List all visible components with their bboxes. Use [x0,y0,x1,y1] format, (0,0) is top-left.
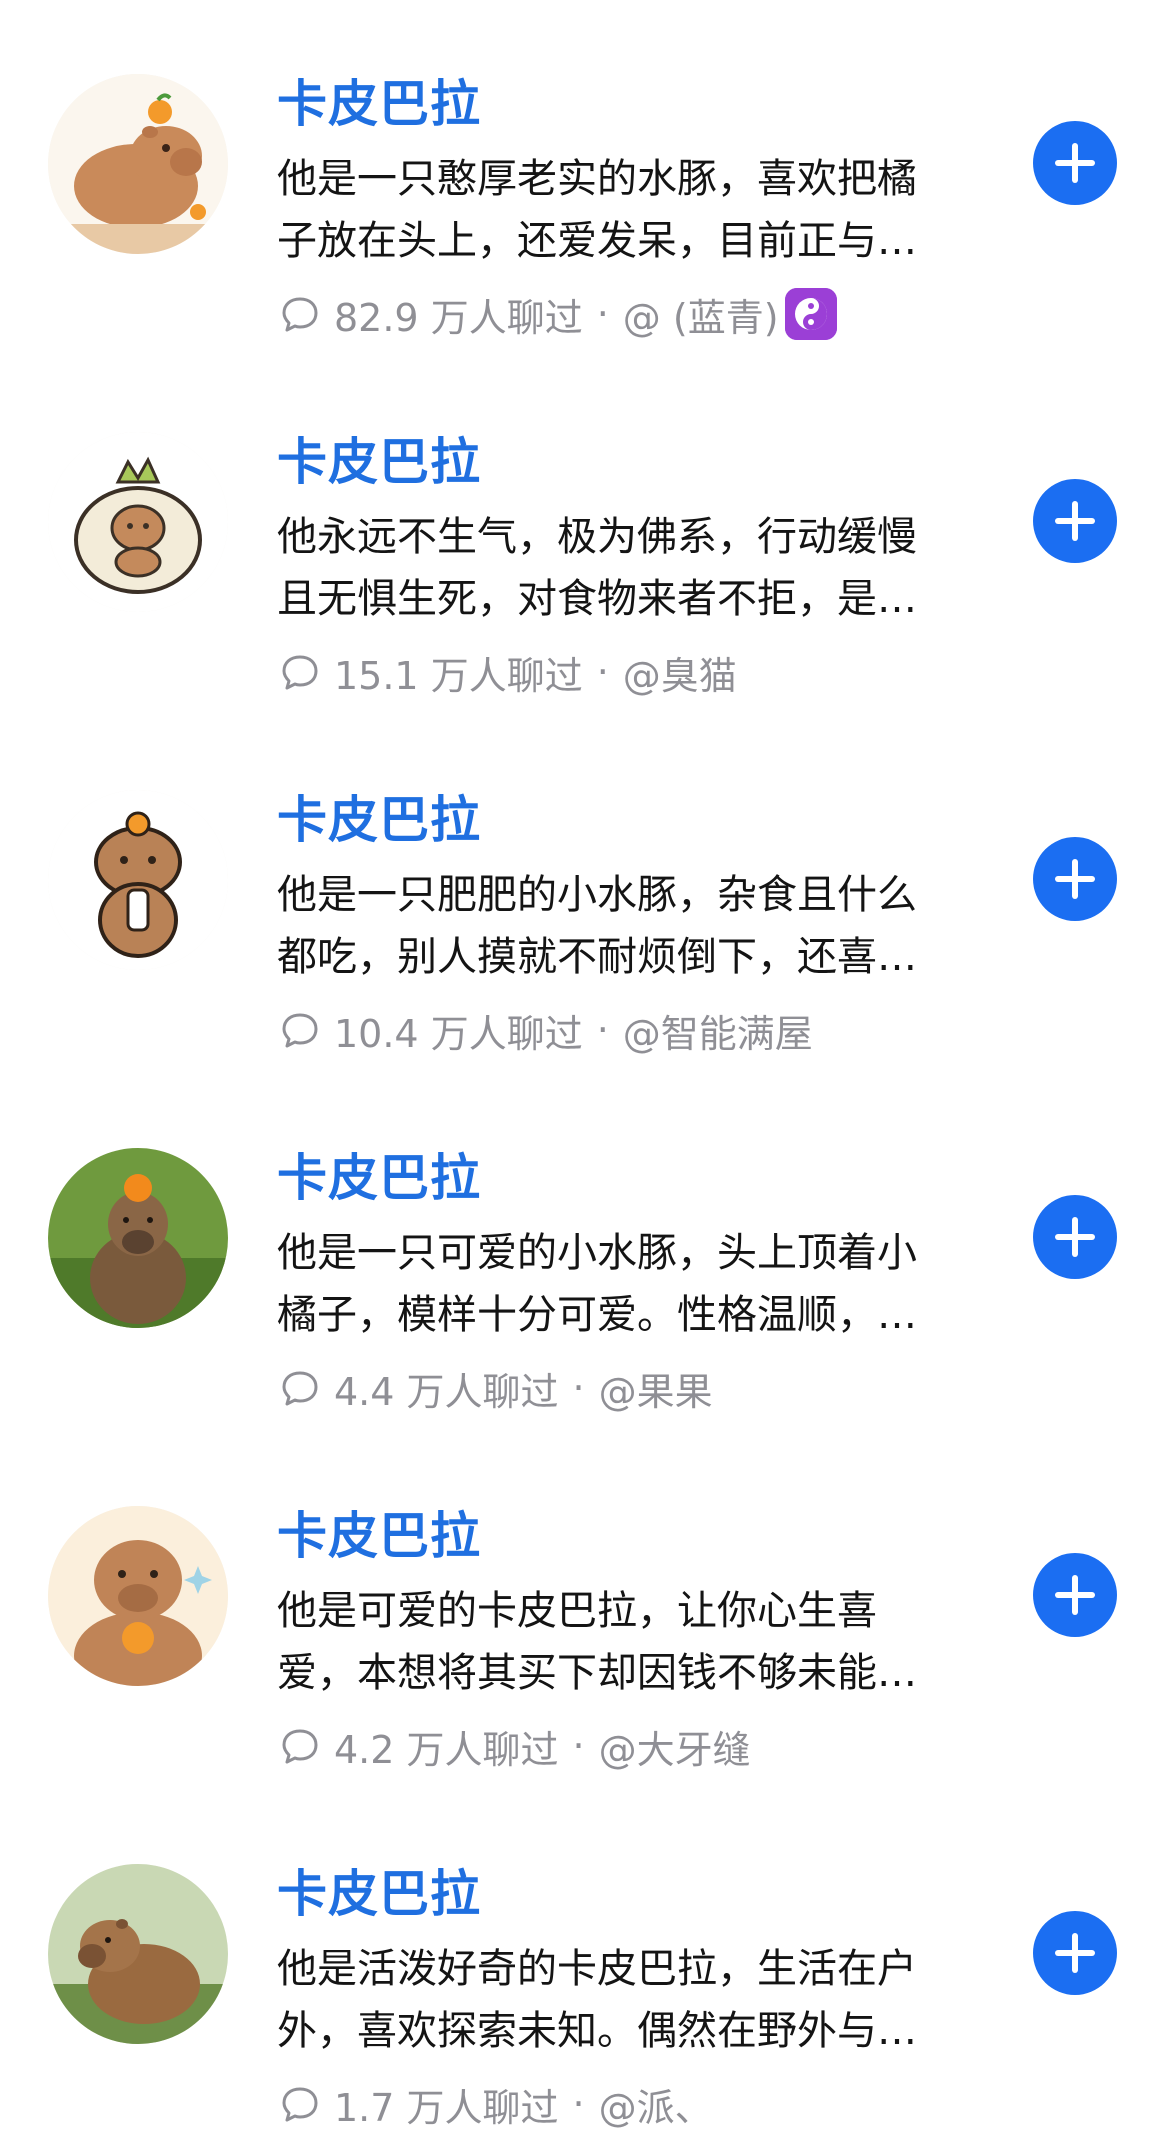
author-name[interactable]: @果果 [599,1361,713,1416]
character-title[interactable]: 卡皮巴拉 [277,72,481,136]
item-meta: 4.2 万人聊过 · @大牙缝 [280,1716,751,1776]
plus-icon [1055,1217,1095,1257]
plus-icon [1055,1575,1095,1615]
character-title[interactable]: 卡皮巴拉 [277,1862,481,1926]
chat-count: 15.1 万人聊过 [334,653,583,698]
avatar[interactable] [48,790,228,970]
chat-bubble-icon [280,294,320,334]
meta-separator: · [572,2082,585,2126]
chat-count: 82.9 万人聊过 [334,295,583,340]
meta-separator: · [572,1724,585,1768]
list-item[interactable]: 卡皮巴拉 他是一只可爱的小水豚，头上顶着小橘子，模样十分可爱。性格温顺，… 4.… [0,1074,1170,1432]
list-item[interactable]: 卡皮巴拉 他是可爱的卡皮巴拉，让你心生喜爱，本想将其买下却因钱不够未能… 4.2… [0,1432,1170,1790]
chat-bubble-icon [280,1368,320,1408]
character-description: 他是可爱的卡皮巴拉，让你心生喜爱，本想将其买下却因钱不够未能… [277,1588,917,1696]
list-item[interactable]: 卡皮巴拉 他是一只憨厚老实的水豚，喜欢把橘子放在头上，还爱发呆，目前正与… 82… [0,0,1170,358]
capybara-photo-icon [48,1148,228,1328]
character-description: 他是活泼好奇的卡皮巴拉，生活在户外，喜欢探索未知。偶然在野外与… [277,1946,917,2054]
meta-separator: · [572,1366,585,1410]
chat-count: 10.4 万人聊过 [334,1011,583,1056]
avatar[interactable] [48,1506,228,1686]
character-title[interactable]: 卡皮巴拉 [277,430,481,494]
character-description: 他是一只憨厚老实的水豚，喜欢把橘子放在头上，还爱发呆，目前正与… [277,156,917,264]
item-meta: 4.4 万人聊过 · @果果 [280,1358,713,1418]
author-name[interactable]: @大牙缝 [599,1719,751,1774]
chat-bubble-icon [280,1010,320,1050]
plus-icon [1055,1933,1095,1973]
character-title[interactable]: 卡皮巴拉 [277,1504,481,1568]
list-item[interactable]: 卡皮巴拉 他是活泼好奇的卡皮巴拉，生活在户外，喜欢探索未知。偶然在野外与… 1.… [0,1790,1170,2148]
item-meta: 1.7 万人聊过 · @派、 [280,2074,713,2134]
item-meta: 82.9 万人聊过 · @ (蓝青) [280,284,837,344]
add-button[interactable] [1033,837,1117,921]
chat-count: 4.2 万人聊过 [334,1727,559,1772]
character-description: 他是一只可爱的小水豚，头上顶着小橘子，模样十分可爱。性格温顺，… [277,1230,917,1338]
yin-yang-icon [784,288,837,340]
author-name[interactable]: @派、 [599,2077,713,2132]
avatar[interactable] [48,1864,228,2044]
meta-separator: · [596,1008,609,1052]
item-meta: 15.1 万人聊过 · @臭猫 [280,642,737,702]
avatar[interactable] [48,432,228,612]
chat-bubble-icon [280,2084,320,2124]
author-name[interactable]: @智能满屋 [623,1003,813,1058]
chat-bubble-icon [280,1726,320,1766]
author-name[interactable]: @ (蓝青) [623,287,779,342]
plus-icon [1055,501,1095,541]
add-button[interactable] [1033,479,1117,563]
capybara-avatar-icon [48,1506,228,1686]
character-title[interactable]: 卡皮巴拉 [277,1146,481,1210]
avatar[interactable] [48,74,228,254]
add-button[interactable] [1033,1553,1117,1637]
plus-icon [1055,859,1095,899]
list-item[interactable]: 卡皮巴拉 他是一只肥肥的小水豚，杂食且什么都吃，别人摸就不耐烦倒下，还喜… 10… [0,716,1170,1074]
add-button[interactable] [1033,121,1117,205]
chat-count: 1.7 万人聊过 [334,2085,559,2130]
character-description: 他是一只肥肥的小水豚，杂食且什么都吃，别人摸就不耐烦倒下，还喜… [277,872,917,980]
chat-bubble-icon [280,652,320,692]
chat-count: 4.4 万人聊过 [334,1369,559,1414]
item-meta: 10.4 万人聊过 · @智能满屋 [280,1000,813,1060]
add-button[interactable] [1033,1911,1117,1995]
character-title[interactable]: 卡皮巴拉 [277,788,481,852]
character-list: 卡皮巴拉 他是一只憨厚老实的水豚，喜欢把橘子放在头上，还爱发呆，目前正与… 82… [0,0,1170,2153]
plus-icon [1055,143,1095,183]
list-item[interactable]: 卡皮巴拉 他永远不生气，极为佛系，行动缓慢且无惧生死，对食物来者不拒，是… 15… [0,358,1170,716]
character-description: 他永远不生气，极为佛系，行动缓慢且无惧生死，对食物来者不拒，是… [277,514,917,622]
author-name[interactable]: @臭猫 [623,645,737,700]
add-button[interactable] [1033,1195,1117,1279]
avatar[interactable] [48,1148,228,1328]
meta-separator: · [596,650,609,694]
capybara-photo-icon [48,1864,228,2044]
capybara-avatar-icon [48,790,228,970]
capybara-avatar-icon [48,74,228,254]
meta-separator: · [596,292,609,336]
capybara-avatar-icon [48,432,228,612]
